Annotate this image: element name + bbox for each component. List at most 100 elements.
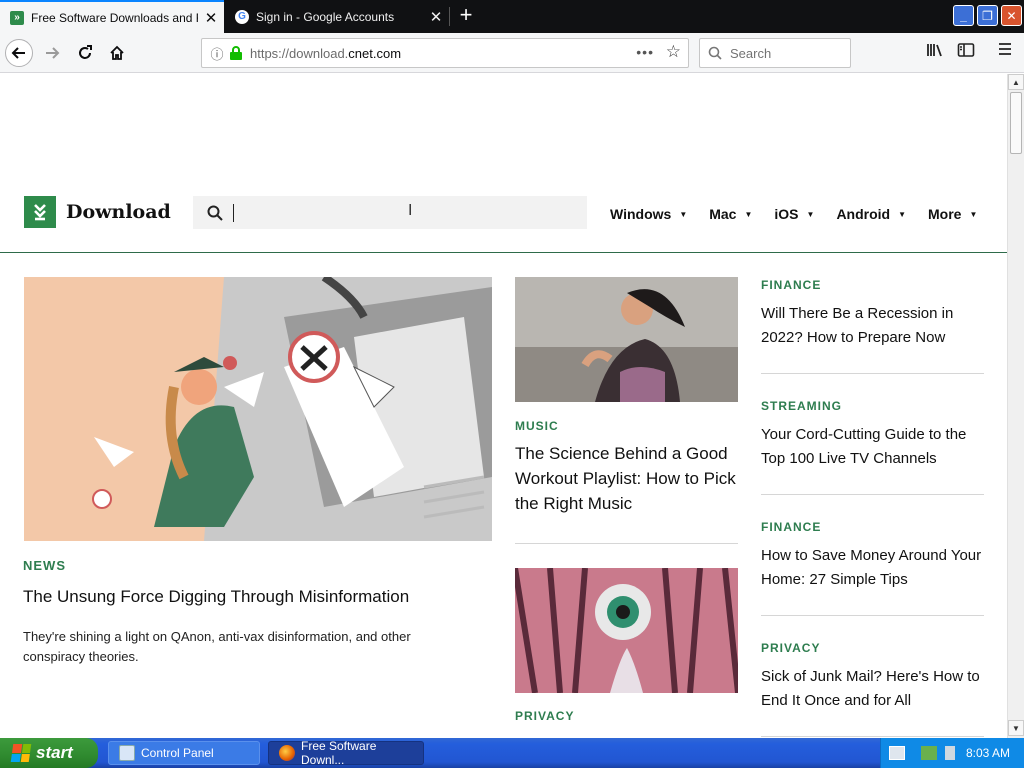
nav-ios[interactable]: iOS ▼ xyxy=(774,206,814,222)
article-title[interactable]: Sick of Junk Mail? Here's How to End It … xyxy=(761,665,985,713)
back-button[interactable] xyxy=(5,39,33,67)
reload-icon xyxy=(79,45,92,59)
site-search-input[interactable] xyxy=(193,196,587,229)
screen: » Free Software Downloads and Re ✕ G Sig… xyxy=(0,0,1024,768)
taskbar-control-panel[interactable]: Control Panel xyxy=(108,741,260,765)
hero-description: They're shining a light on QAnon, anti-v… xyxy=(23,629,411,664)
nav-more[interactable]: More ▼ xyxy=(928,206,977,222)
header-divider xyxy=(0,252,1007,253)
taskbar-firefox[interactable]: Free Software Downl... xyxy=(268,739,424,767)
url-bar[interactable]: ⓘ https://download. cnet.com ••• ☆ xyxy=(201,38,689,68)
site-header: Download I Windows ▼ Mac ▼ iOS ▼ Android ▼ M… xyxy=(0,192,1007,252)
hero-article-image[interactable] xyxy=(24,277,492,541)
firefox-icon xyxy=(279,745,295,761)
sidebar-icon[interactable] xyxy=(955,42,977,64)
music-article-title[interactable]: The Science Behind a Good Workout Playli… xyxy=(515,441,743,516)
tab-strip: » Free Software Downloads and Re ✕ G Sig… xyxy=(0,0,1024,33)
windows-flag-icon xyxy=(10,744,32,762)
system-tray: 8:03 AM xyxy=(880,738,1024,768)
url-scheme-host: https://download. xyxy=(250,45,349,61)
google-favicon-icon: G xyxy=(235,9,249,24)
privacy-article-image[interactable] xyxy=(515,568,738,693)
right-divider xyxy=(761,494,984,495)
download-logo-icon xyxy=(24,196,56,228)
right-divider xyxy=(761,373,984,374)
chevron-down-icon: ▼ xyxy=(806,209,815,219)
article-category[interactable]: FINANCE xyxy=(761,278,985,292)
home-button[interactable] xyxy=(103,39,131,67)
site-nav: Windows ▼ Mac ▼ iOS ▼ Android ▼ More ▼ xyxy=(610,206,999,222)
library-icon[interactable] xyxy=(924,42,946,64)
tab-download[interactable]: » Free Software Downloads and Re ✕ xyxy=(0,0,224,33)
close-tab-icon[interactable]: ✕ xyxy=(198,9,224,27)
new-tab-button[interactable]: + xyxy=(454,4,478,28)
control-panel-icon xyxy=(119,745,135,761)
navigation-toolbar: ⓘ https://download. cnet.com ••• ☆ Search xyxy=(0,33,1024,73)
nav-android[interactable]: Android ▼ xyxy=(836,206,906,222)
taskbar-clock[interactable]: 8:03 AM xyxy=(966,746,1010,760)
privacy-category[interactable]: PRIVACY xyxy=(515,709,574,723)
nav-windows[interactable]: Windows ▼ xyxy=(610,206,687,222)
chevron-down-icon: ▼ xyxy=(744,209,753,219)
hero-category[interactable]: NEWS xyxy=(23,558,66,573)
scroll-up-arrow-icon[interactable]: ▲ xyxy=(1008,74,1024,90)
site-info-icon[interactable]: ⓘ xyxy=(206,44,228,63)
url-domain: cnet.com xyxy=(348,45,402,61)
search-placeholder: Search xyxy=(730,45,772,61)
logo-text: Download xyxy=(66,201,171,223)
chevron-down-icon: ▼ xyxy=(898,209,907,219)
music-category[interactable]: MUSIC xyxy=(515,419,559,433)
text-caret xyxy=(233,203,234,222)
right-article-4[interactable]: PRIVACY Sick of Junk Mail? Here's How to… xyxy=(761,641,985,713)
hero-title[interactable]: The Unsung Force Digging Through Misinfo… xyxy=(23,587,493,607)
article-category[interactable]: STREAMING xyxy=(761,399,985,413)
close-tab-icon[interactable]: ✕ xyxy=(423,8,449,26)
chevron-down-icon: ▼ xyxy=(679,209,688,219)
volume-icon[interactable] xyxy=(945,746,955,760)
keyboard-icon[interactable] xyxy=(889,746,905,760)
start-button[interactable]: start xyxy=(0,738,98,768)
tab-google-signin[interactable]: G Sign in - Google Accounts ✕ xyxy=(225,0,449,33)
nav-mac[interactable]: Mac ▼ xyxy=(709,206,752,222)
tab-title: Free Software Downloads and Re xyxy=(31,10,198,25)
article-title[interactable]: How to Save Money Around Your Home: 27 S… xyxy=(761,544,985,592)
forward-button[interactable] xyxy=(38,39,66,67)
ibeam-cursor-icon: I xyxy=(408,202,413,219)
article-category[interactable]: PRIVACY xyxy=(761,641,985,655)
right-divider xyxy=(761,615,984,616)
right-divider xyxy=(761,736,984,737)
right-article-3[interactable]: FINANCE How to Save Money Around Your Ho… xyxy=(761,520,985,592)
search-icon xyxy=(207,205,223,221)
home-icon xyxy=(110,45,124,60)
close-window-button[interactable]: ✕ xyxy=(1001,5,1022,26)
right-article-2[interactable]: STREAMING Your Cord-Cutting Guide to the… xyxy=(761,399,985,471)
page-actions-icon[interactable]: ••• xyxy=(636,44,654,60)
download-favicon-icon: » xyxy=(10,10,24,25)
scroll-thumb[interactable] xyxy=(1010,92,1022,154)
bookmark-star-icon[interactable]: ☆ xyxy=(666,42,681,62)
music-article-image[interactable] xyxy=(515,277,738,402)
chevron-down-icon: ▼ xyxy=(969,209,978,219)
lock-icon xyxy=(230,46,242,60)
article-category[interactable]: FINANCE xyxy=(761,520,985,534)
article-title[interactable]: Your Cord-Cutting Guide to the Top 100 L… xyxy=(761,423,985,471)
reload-button[interactable] xyxy=(71,39,99,67)
tab-title: Sign in - Google Accounts xyxy=(256,9,395,24)
back-arrow-icon xyxy=(11,47,25,59)
article-title[interactable]: Will There Be a Recession in 2022? How t… xyxy=(761,302,985,350)
start-label: start xyxy=(36,743,73,762)
forward-arrow-icon xyxy=(46,47,60,59)
right-article-1[interactable]: FINANCE Will There Be a Recession in 202… xyxy=(761,278,985,350)
search-icon xyxy=(708,46,722,60)
browser-search-box[interactable]: Search xyxy=(699,38,851,68)
menu-hamburger-icon[interactable] xyxy=(994,42,1016,64)
scroll-down-arrow-icon[interactable]: ▼ xyxy=(1008,720,1024,736)
minimize-window-button[interactable]: _ xyxy=(953,5,974,26)
mid-divider xyxy=(515,543,738,544)
site-logo[interactable]: Download xyxy=(24,196,171,228)
restore-window-button[interactable]: ❐ xyxy=(977,5,998,26)
vertical-scrollbar[interactable]: ▲ ▼ xyxy=(1007,74,1024,738)
windows-taskbar: start Control Panel Free Software Downl.… xyxy=(0,738,1024,768)
tab-separator xyxy=(449,7,450,26)
network-icon[interactable] xyxy=(921,746,937,760)
